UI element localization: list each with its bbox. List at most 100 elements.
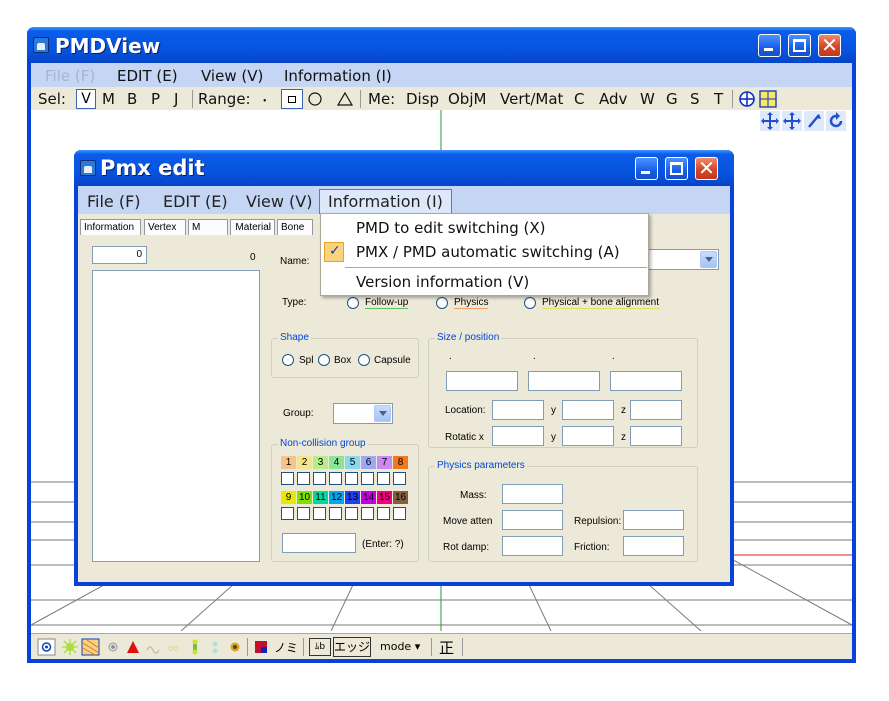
rotation-z-input[interactable] [630,426,682,446]
sel-v-button[interactable]: V [76,89,96,109]
vertmat-button[interactable]: Vert/Mat [500,90,563,108]
dialog-menu-edit[interactable]: EDIT (E) [163,192,228,211]
item-list[interactable] [92,270,260,562]
pan-icon[interactable] [760,111,780,131]
rotation-x-input[interactable] [492,426,544,446]
dialog-menu-file[interactable]: File (F) [87,192,141,211]
size-input-3[interactable] [610,371,682,391]
disp-button[interactable]: Disp [406,90,439,108]
g-button[interactable]: G [666,90,678,108]
sel-p-button[interactable]: P [151,90,160,108]
mo-button[interactable]: ﾑb [309,638,331,656]
close-button[interactable]: ✕ [818,33,841,57]
range-triangle-button[interactable] [336,91,354,107]
tab-vertex[interactable]: Vertex [144,219,186,235]
noncollision-group-checkbox[interactable] [281,472,294,485]
noncollision-group-checkbox[interactable] [345,507,358,520]
noncollision-group-checkbox[interactable] [377,472,390,485]
noncollision-group-checkbox[interactable] [361,472,374,485]
zoom-icon[interactable] [804,111,824,131]
noncollision-mask-input[interactable] [282,533,356,553]
joint-icon[interactable] [207,638,223,656]
bone-icon[interactable]: oo [167,638,183,656]
minimize-button[interactable] [758,34,781,57]
rotate-icon[interactable] [826,111,846,131]
menu-item-version-info[interactable]: Version information (V) [356,273,529,291]
grid-toggle-button[interactable] [759,90,777,108]
menu-item-pmd-edit-switching[interactable]: PMD to edit switching (X) [356,219,546,237]
noncollision-group-checkbox[interactable] [377,507,390,520]
tab-information[interactable]: Information [80,219,141,235]
sel-b-button[interactable]: B [127,90,137,108]
menu-file[interactable]: File (F) [45,67,95,85]
w-button[interactable]: W [640,90,655,108]
repulsion-input[interactable] [623,510,684,530]
noncollision-group-checkbox[interactable] [297,472,310,485]
dialog-close-button[interactable]: ✕ [695,156,718,180]
maximize-button[interactable] [788,34,811,57]
nomi-button[interactable]: ノミ [274,639,298,657]
triangle-red-icon[interactable] [125,638,141,656]
rigid-icon[interactable] [227,638,243,656]
dialog-maximize-button[interactable] [665,157,688,180]
ik-icon[interactable] [187,638,203,656]
location-z-input[interactable] [630,400,682,420]
rot-damp-input[interactable] [502,536,563,556]
location-y-input[interactable] [562,400,614,420]
size-input-1[interactable] [446,371,518,391]
dialog-minimize-button[interactable] [635,157,658,180]
adv-button[interactable]: Adv [599,90,627,108]
tab-material[interactable]: Material [230,219,275,235]
material-color-icon[interactable] [253,638,269,656]
t-button[interactable]: T [714,90,723,108]
menu-item-auto-switching-row[interactable]: ✓ PMX / PMD automatic switching (A) [322,240,647,264]
range-circle-button[interactable] [308,92,324,107]
axis-toggle-button[interactable] [738,90,756,108]
sei-button[interactable]: 正 [439,637,454,657]
noncollision-group-checkbox[interactable] [297,507,310,520]
record-icon[interactable] [37,638,57,656]
texture-icon[interactable] [81,638,101,656]
tab-m[interactable]: M [188,219,228,235]
menu-information[interactable]: Information (I) [284,67,392,85]
menu-edit[interactable]: EDIT (E) [117,67,178,85]
mode-dropdown[interactable]: mode ▾ [380,640,420,658]
index-input[interactable]: 0 [92,246,147,264]
wire-icon[interactable] [145,638,163,656]
move-atten-input[interactable] [502,510,563,530]
noncollision-group-checkbox[interactable] [281,507,294,520]
type-physical-bone-radio[interactable] [524,297,536,309]
name-combo[interactable] [645,249,719,270]
noncollision-group-checkbox[interactable] [313,472,326,485]
rotation-y-input[interactable] [562,426,614,446]
shape-box-radio[interactable] [318,354,330,366]
group-combo[interactable] [333,403,393,424]
edge-button[interactable]: エッジ [333,637,371,657]
noncollision-group-checkbox[interactable] [361,507,374,520]
s-button[interactable]: S [690,90,700,108]
dialog-menu-view[interactable]: View (V) [246,192,312,211]
sun-icon[interactable] [61,638,79,656]
dialog-menu-information[interactable]: Information (I) [319,189,452,214]
tab-bone[interactable]: Bone [277,219,313,235]
shape-capsule-radio[interactable] [358,354,370,366]
friction-input[interactable] [623,536,684,556]
location-x-input[interactable] [492,400,544,420]
sel-j-button[interactable]: J [174,90,178,108]
noncollision-group-checkbox[interactable] [313,507,326,520]
dialog-titlebar[interactable]: Pmx edit ✕ [74,150,734,186]
noncollision-group-checkbox[interactable] [345,472,358,485]
mass-input[interactable] [502,484,563,504]
noncollision-group-checkbox[interactable] [329,507,342,520]
objm-button[interactable]: ObjM [448,90,486,108]
type-followup-radio[interactable] [347,297,359,309]
c-button[interactable]: C [574,90,584,108]
noncollision-group-checkbox[interactable] [329,472,342,485]
vertex-icon[interactable] [105,638,121,656]
sel-m-button[interactable]: M [102,90,115,108]
size-input-2[interactable] [528,371,600,391]
move-icon[interactable] [782,111,802,131]
noncollision-group-checkbox[interactable] [393,472,406,485]
noncollision-group-checkbox[interactable] [393,507,406,520]
range-rect-button[interactable] [281,89,303,109]
